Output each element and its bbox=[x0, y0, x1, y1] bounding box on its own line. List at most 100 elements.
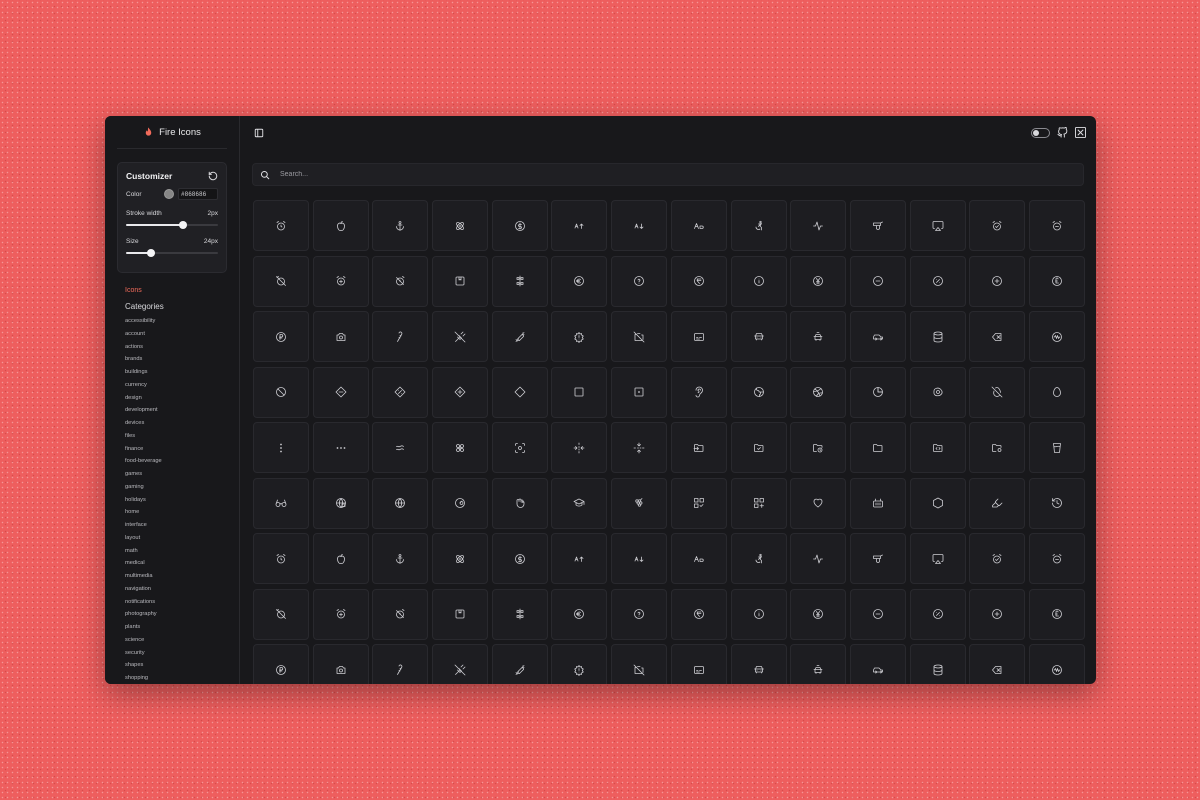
category-item[interactable]: account bbox=[125, 328, 239, 341]
icon-tile[interactable] bbox=[432, 644, 489, 684]
icon-tile[interactable] bbox=[909, 255, 966, 307]
category-item[interactable]: currency bbox=[125, 379, 239, 392]
category-item[interactable]: notifications bbox=[125, 596, 239, 609]
icon-tile[interactable] bbox=[551, 477, 608, 529]
icon-tile[interactable] bbox=[969, 644, 1026, 684]
theme-toggle[interactable] bbox=[1031, 127, 1050, 138]
icon-tile[interactable] bbox=[372, 477, 429, 529]
icon-tile[interactable] bbox=[790, 644, 847, 684]
icon-tile[interactable] bbox=[253, 200, 309, 251]
icon-tile[interactable] bbox=[730, 644, 787, 684]
icon-tile[interactable] bbox=[253, 422, 309, 473]
icon-tile[interactable] bbox=[790, 255, 847, 307]
icon-tile[interactable] bbox=[849, 644, 906, 684]
icon-tile[interactable] bbox=[491, 533, 548, 584]
icon-tile[interactable] bbox=[491, 311, 548, 362]
icon-tile[interactable] bbox=[969, 477, 1026, 529]
color-input[interactable]: #868686 bbox=[178, 188, 218, 200]
sidebar-toggle-icon[interactable] bbox=[254, 128, 264, 138]
icon-tile[interactable] bbox=[372, 200, 429, 251]
icon-tile[interactable] bbox=[611, 533, 668, 584]
icon-tile[interactable] bbox=[849, 588, 906, 640]
icon-tile[interactable] bbox=[1028, 477, 1085, 529]
icon-tile[interactable] bbox=[551, 533, 608, 584]
icon-tile[interactable] bbox=[909, 588, 966, 640]
icon-tile[interactable] bbox=[611, 255, 668, 307]
category-item[interactable]: devices bbox=[125, 417, 239, 430]
icon-tile[interactable] bbox=[969, 311, 1026, 362]
icon-tile[interactable] bbox=[611, 311, 668, 362]
icon-tile[interactable] bbox=[372, 533, 429, 584]
icon-tile[interactable] bbox=[849, 311, 906, 362]
icon-tile[interactable] bbox=[491, 366, 548, 418]
icon-tile[interactable] bbox=[312, 255, 369, 307]
icon-tile[interactable] bbox=[730, 588, 787, 640]
icon-tile[interactable] bbox=[670, 366, 727, 418]
icon-tile[interactable] bbox=[909, 422, 966, 473]
icon-tile[interactable] bbox=[909, 644, 966, 684]
nav-icons-link[interactable]: Icons bbox=[125, 287, 239, 294]
icon-tile[interactable] bbox=[790, 588, 847, 640]
icon-tile[interactable] bbox=[849, 533, 906, 584]
icon-tile[interactable] bbox=[491, 477, 548, 529]
icon-tile[interactable] bbox=[551, 588, 608, 640]
category-item[interactable]: layout bbox=[125, 532, 239, 545]
icon-tile[interactable] bbox=[611, 422, 668, 473]
category-item[interactable]: shopping bbox=[125, 672, 239, 684]
icon-tile[interactable] bbox=[491, 644, 548, 684]
category-item[interactable]: files bbox=[125, 430, 239, 443]
icon-tile[interactable] bbox=[312, 477, 369, 529]
icon-tile[interactable] bbox=[611, 644, 668, 684]
icon-tile[interactable] bbox=[372, 588, 429, 640]
icon-tile[interactable] bbox=[491, 255, 548, 307]
icon-tile[interactable] bbox=[551, 366, 608, 418]
icon-tile[interactable] bbox=[312, 200, 369, 251]
icon-tile[interactable] bbox=[312, 422, 369, 473]
icon-tile[interactable] bbox=[909, 200, 966, 251]
category-item[interactable]: holidays bbox=[125, 494, 239, 507]
icon-tile[interactable] bbox=[969, 200, 1026, 251]
icon-tile[interactable] bbox=[730, 477, 787, 529]
icon-tile[interactable] bbox=[730, 200, 787, 251]
icon-tile[interactable] bbox=[372, 644, 429, 684]
category-item[interactable]: development bbox=[125, 404, 239, 417]
icon-tile[interactable] bbox=[670, 255, 727, 307]
icon-tile[interactable] bbox=[432, 477, 489, 529]
category-item[interactable]: shapes bbox=[125, 659, 239, 672]
icon-tile[interactable] bbox=[312, 644, 369, 684]
icon-tile[interactable] bbox=[1028, 644, 1085, 684]
icon-tile[interactable] bbox=[730, 366, 787, 418]
category-item[interactable]: finance bbox=[125, 443, 239, 456]
icon-tile[interactable] bbox=[253, 311, 309, 362]
category-item[interactable]: science bbox=[125, 634, 239, 647]
icon-tile[interactable] bbox=[312, 311, 369, 362]
icon-tile[interactable] bbox=[253, 366, 309, 418]
category-item[interactable]: math bbox=[125, 545, 239, 558]
icon-tile[interactable] bbox=[1028, 588, 1085, 640]
icon-tile[interactable] bbox=[849, 477, 906, 529]
icon-tile[interactable] bbox=[670, 588, 727, 640]
icon-tile[interactable] bbox=[969, 422, 1026, 473]
icon-tile[interactable] bbox=[909, 311, 966, 362]
category-item[interactable]: photography bbox=[125, 608, 239, 621]
icon-tile[interactable] bbox=[611, 588, 668, 640]
icon-tile[interactable] bbox=[670, 644, 727, 684]
icon-tile[interactable] bbox=[432, 311, 489, 362]
icon-tile[interactable] bbox=[730, 533, 787, 584]
icon-tile[interactable] bbox=[432, 533, 489, 584]
icon-tile[interactable] bbox=[969, 533, 1026, 584]
icon-tile[interactable] bbox=[730, 255, 787, 307]
icon-tile[interactable] bbox=[909, 533, 966, 584]
icon-tile[interactable] bbox=[790, 311, 847, 362]
icon-tile[interactable] bbox=[372, 311, 429, 362]
icon-tile[interactable] bbox=[790, 477, 847, 529]
category-item[interactable]: food-beverage bbox=[125, 455, 239, 468]
icon-tile[interactable] bbox=[372, 422, 429, 473]
category-item[interactable]: medical bbox=[125, 557, 239, 570]
icon-tile[interactable] bbox=[1028, 255, 1085, 307]
brand[interactable]: Fire Icons bbox=[117, 116, 227, 149]
icon-tile[interactable] bbox=[670, 533, 727, 584]
icon-tile[interactable] bbox=[849, 255, 906, 307]
icon-tile[interactable] bbox=[730, 311, 787, 362]
icon-tile[interactable] bbox=[551, 255, 608, 307]
